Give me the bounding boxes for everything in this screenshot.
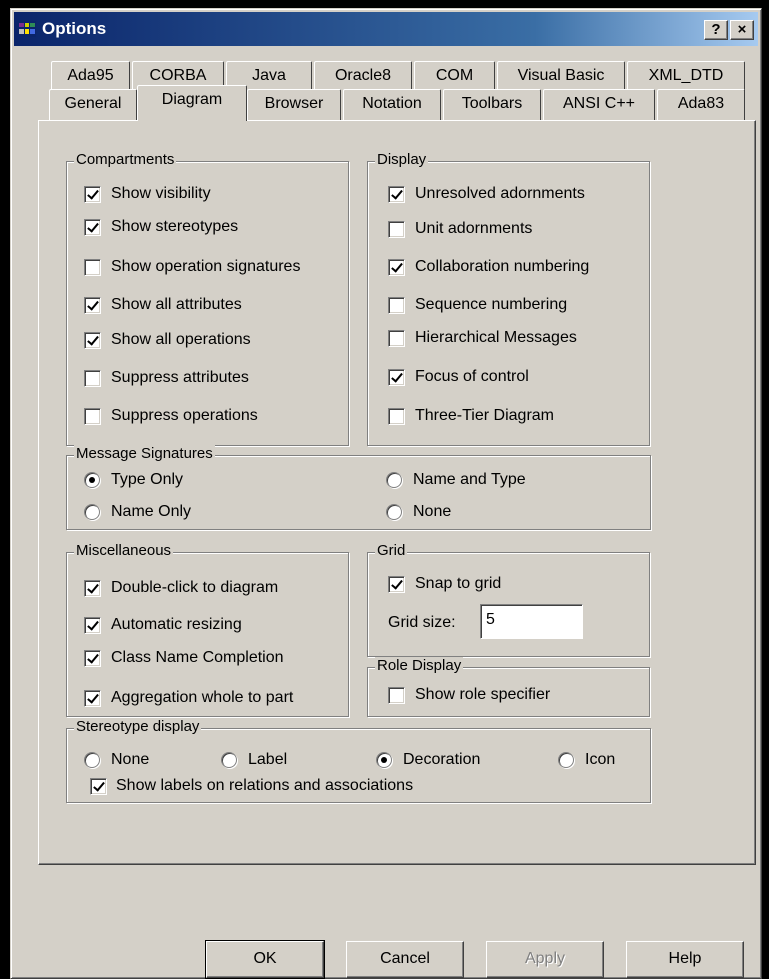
tab-ansi-cpp[interactable]: ANSI C++	[543, 89, 655, 121]
cancel-button[interactable]: Cancel	[346, 941, 464, 978]
tab-toolbars[interactable]: Toolbars	[443, 89, 541, 121]
grid-title: Grid	[375, 542, 408, 560]
stereotype-decoration-radio[interactable]: Decoration	[376, 750, 480, 770]
tab-notation[interactable]: Notation	[343, 89, 441, 121]
snap-to-grid-checkbox[interactable]: Snap to grid	[388, 574, 501, 594]
show-visibility-checkbox[interactable]: Show visibility	[84, 184, 211, 204]
display-title: Display	[375, 151, 429, 169]
show-all-operations-checkbox[interactable]: Show all operations	[84, 330, 251, 350]
show-all-attributes-checkbox[interactable]: Show all attributes	[84, 295, 242, 315]
tab-browser[interactable]: Browser	[247, 89, 341, 121]
grid-size-input[interactable]: 5	[480, 604, 583, 639]
tab-diagram[interactable]: Diagram	[137, 85, 247, 121]
show-labels-on-relations-checkbox[interactable]: Show labels on relations and association…	[90, 776, 413, 796]
focus-of-control-checkbox[interactable]: Focus of control	[388, 367, 529, 387]
double-click-to-diagram-checkbox[interactable]: Double-click to diagram	[84, 578, 278, 598]
class-name-completion-checkbox[interactable]: Class Name Completion	[84, 648, 284, 668]
apply-button[interactable]: Apply	[486, 941, 604, 978]
suppress-operations-checkbox[interactable]: Suppress operations	[84, 406, 258, 426]
help-caption-button[interactable]: ?	[704, 20, 728, 40]
collaboration-numbering-checkbox[interactable]: Collaboration numbering	[388, 257, 589, 277]
help-button[interactable]: Help	[626, 941, 744, 978]
stereotype-display-title: Stereotype display	[74, 718, 202, 736]
grid-size-label: Grid size:	[388, 614, 456, 631]
stereotype-none-radio[interactable]: None	[84, 750, 149, 770]
title-bar[interactable]: Options ? ×	[14, 12, 758, 46]
role-display-group: Role Display Show role specifier	[367, 657, 650, 717]
message-signatures-group: Message Signatures Type Only Name and Ty…	[66, 445, 651, 530]
miscellaneous-group: Miscellaneous Double-click to diagram Au…	[66, 542, 349, 717]
window-title: Options	[42, 19, 107, 38]
type-only-radio[interactable]: Type Only	[84, 470, 183, 490]
rose-app-icon	[18, 21, 36, 37]
tab-ada83[interactable]: Ada83	[657, 89, 745, 121]
unit-adornments-checkbox[interactable]: Unit adornments	[388, 219, 532, 239]
show-operation-signatures-checkbox[interactable]: Show operation signatures	[84, 257, 300, 277]
name-and-type-radio[interactable]: Name and Type	[386, 470, 526, 490]
options-dialog: Options ? × Ada95 CORBA Java Oracle8 COM…	[10, 8, 762, 979]
stereotype-display-group: Stereotype display None Label Decoration…	[66, 718, 651, 803]
compartments-group: Compartments Show visibility Show stereo…	[66, 151, 349, 446]
role-display-title: Role Display	[375, 657, 464, 675]
sequence-numbering-checkbox[interactable]: Sequence numbering	[388, 295, 567, 315]
compartments-title: Compartments	[74, 151, 177, 169]
show-role-specifier-checkbox[interactable]: Show role specifier	[388, 685, 550, 705]
none-radio[interactable]: None	[386, 502, 451, 522]
miscellaneous-title: Miscellaneous	[74, 542, 174, 560]
display-group: Display Unresolved adornments Unit adorn…	[367, 151, 650, 446]
ok-button[interactable]: OK	[205, 940, 325, 979]
grid-group: Grid Snap to grid Grid size: 5	[367, 542, 650, 657]
aggregation-whole-to-part-checkbox[interactable]: Aggregation whole to part	[84, 688, 293, 708]
automatic-resizing-checkbox[interactable]: Automatic resizing	[84, 615, 242, 635]
hierarchical-messages-checkbox[interactable]: Hierarchical Messages	[388, 328, 577, 348]
message-signatures-title: Message Signatures	[74, 445, 215, 463]
unresolved-adornments-checkbox[interactable]: Unresolved adornments	[388, 184, 585, 204]
diagram-tab-panel: Compartments Show visibility Show stereo…	[38, 120, 756, 865]
close-button[interactable]: ×	[730, 20, 754, 40]
show-stereotypes-checkbox[interactable]: Show stereotypes	[84, 217, 238, 237]
suppress-attributes-checkbox[interactable]: Suppress attributes	[84, 368, 249, 388]
stereotype-icon-radio[interactable]: Icon	[558, 750, 615, 770]
name-only-radio[interactable]: Name Only	[84, 502, 191, 522]
stereotype-label-radio[interactable]: Label	[221, 750, 287, 770]
tab-general[interactable]: General	[49, 89, 137, 121]
three-tier-diagram-checkbox[interactable]: Three-Tier Diagram	[388, 406, 554, 426]
